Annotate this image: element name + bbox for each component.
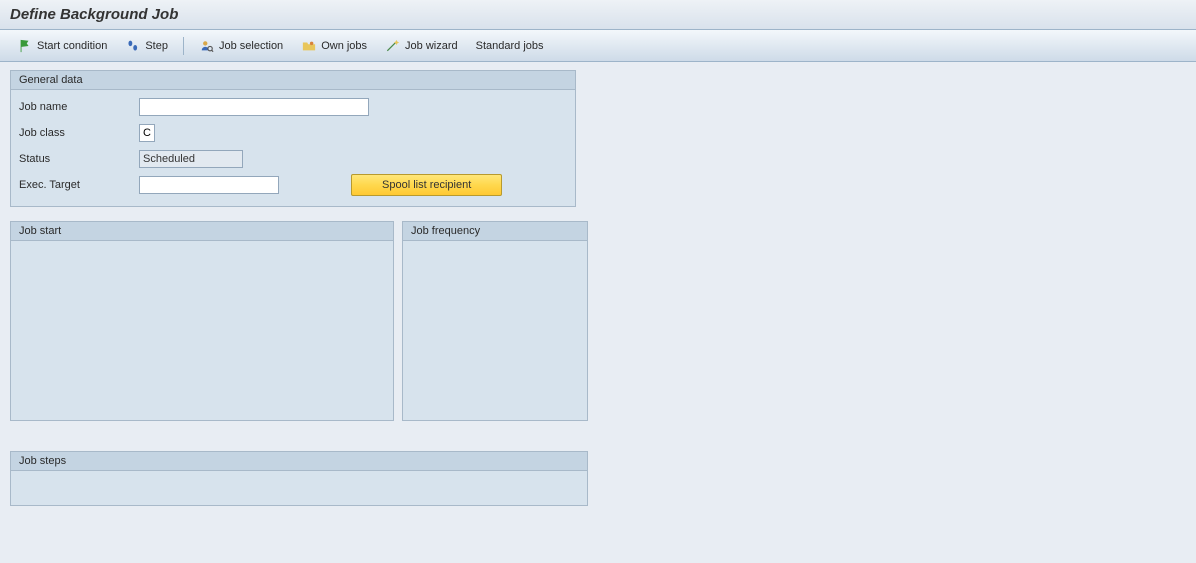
form-row-exectarget: Exec. Target Spool list recipient xyxy=(19,174,567,196)
general-data-groupbox: General data Job name Job class Status E… xyxy=(10,70,576,207)
toolbar-label: Step xyxy=(145,40,168,52)
groupbox-title: General data xyxy=(11,71,575,90)
groupbox-title: Job steps xyxy=(11,452,587,471)
jobname-input[interactable] xyxy=(139,98,369,116)
job-wizard-button[interactable]: Job wizard xyxy=(378,35,465,57)
status-input xyxy=(139,150,243,168)
toolbar-label: Own jobs xyxy=(321,40,367,52)
jobclass-input[interactable] xyxy=(139,124,155,142)
groupbox-body xyxy=(11,241,393,417)
job-steps-groupbox: Job steps xyxy=(10,451,588,506)
job-selection-button[interactable]: Job selection xyxy=(192,35,290,57)
folder-person-icon xyxy=(301,38,317,54)
spool-list-recipient-button[interactable]: Spool list recipient xyxy=(351,174,502,196)
status-label: Status xyxy=(19,153,139,165)
jobclass-label: Job class xyxy=(19,127,139,139)
person-search-icon xyxy=(199,38,215,54)
own-jobs-button[interactable]: Own jobs xyxy=(294,35,374,57)
title-bar: Define Background Job xyxy=(0,0,1196,30)
start-condition-button[interactable]: Start condition xyxy=(10,35,114,57)
toolbar-label: Start condition xyxy=(37,40,107,52)
exectarget-input[interactable] xyxy=(139,176,279,194)
footsteps-icon xyxy=(125,38,141,54)
groupbox-body: Job name Job class Status Exec. Target S… xyxy=(11,90,575,206)
step-button[interactable]: Step xyxy=(118,35,175,57)
flag-icon xyxy=(17,38,33,54)
form-row-jobname: Job name xyxy=(19,96,567,118)
groupbox-title: Job start xyxy=(11,222,393,241)
toolbar-label: Job selection xyxy=(219,40,283,52)
wizard-icon xyxy=(385,38,401,54)
groupbox-body xyxy=(11,471,587,483)
jobname-label: Job name xyxy=(19,101,139,113)
page-title: Define Background Job xyxy=(10,6,178,23)
job-frequency-groupbox: Job frequency xyxy=(402,221,588,421)
toolbar-label: Standard jobs xyxy=(476,40,544,52)
groupbox-body xyxy=(403,241,587,417)
content-area: General data Job name Job class Status E… xyxy=(0,62,1196,563)
toolbar-separator xyxy=(183,37,184,55)
row-start-freq: Job start Job frequency xyxy=(10,221,1186,435)
form-row-status: Status xyxy=(19,148,567,170)
job-start-groupbox: Job start xyxy=(10,221,394,421)
standard-jobs-button[interactable]: Standard jobs xyxy=(469,37,551,55)
form-row-jobclass: Job class xyxy=(19,122,567,144)
groupbox-title: Job frequency xyxy=(403,222,587,241)
toolbar: Start condition Step Job selection Own j… xyxy=(0,30,1196,62)
toolbar-label: Job wizard xyxy=(405,40,458,52)
exectarget-label: Exec. Target xyxy=(19,179,139,191)
